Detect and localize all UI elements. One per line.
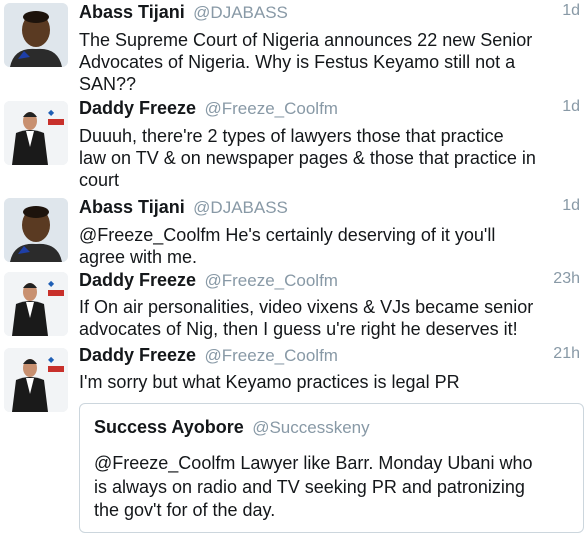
author-name[interactable]: Daddy Freeze bbox=[79, 345, 196, 365]
tweet-text: Duuuh, there're 2 types of lawyers those… bbox=[79, 126, 536, 190]
svg-text:◆: ◆ bbox=[48, 279, 55, 288]
author-name[interactable]: Abass Tijani bbox=[79, 197, 185, 217]
tweet-text: If On air personalities, video vixens & … bbox=[79, 297, 534, 339]
freeze-avatar-icon: ◆ bbox=[4, 101, 68, 165]
tweet-text: @Freeze_Coolfm He's certainly deserving … bbox=[79, 225, 496, 267]
author-handle[interactable]: @DJABASS bbox=[193, 3, 288, 22]
abass-avatar-icon bbox=[4, 3, 68, 67]
timestamp[interactable]: 1d bbox=[562, 98, 580, 116]
author-handle[interactable]: @Freeze_Coolfm bbox=[205, 271, 338, 290]
quoted-tweet[interactable]: Success Ayobore @Successkeny @Freeze_Coo… bbox=[79, 403, 584, 533]
author-handle[interactable]: @Freeze_Coolfm bbox=[205, 346, 338, 365]
quoted-author-handle[interactable]: @Successkeny bbox=[252, 418, 369, 437]
svg-text:◆: ◆ bbox=[48, 108, 55, 117]
author-name[interactable]: Daddy Freeze bbox=[79, 270, 196, 290]
avatar[interactable] bbox=[4, 3, 68, 67]
abass-avatar-icon bbox=[4, 198, 68, 262]
avatar[interactable]: ◆ bbox=[4, 348, 68, 412]
author-handle[interactable]: @DJABASS bbox=[193, 198, 288, 217]
timestamp[interactable]: 23h bbox=[553, 270, 580, 288]
tweet-text: The Supreme Court of Nigeria announces 2… bbox=[79, 30, 533, 94]
author-name[interactable]: Abass Tijani bbox=[79, 2, 185, 22]
avatar[interactable] bbox=[4, 198, 68, 262]
timestamp[interactable]: 1d bbox=[562, 197, 580, 215]
svg-text:◆: ◆ bbox=[48, 355, 55, 364]
tweet-text: I'm sorry but what Keyamo practices is l… bbox=[79, 372, 460, 392]
author-handle[interactable]: @Freeze_Coolfm bbox=[205, 99, 338, 118]
avatar[interactable]: ◆ bbox=[4, 272, 68, 336]
author-name[interactable]: Daddy Freeze bbox=[79, 98, 196, 118]
avatar[interactable]: ◆ bbox=[4, 101, 68, 165]
timestamp[interactable]: 21h bbox=[553, 345, 580, 363]
timestamp[interactable]: 1d bbox=[562, 2, 580, 20]
quoted-author-name[interactable]: Success Ayobore bbox=[94, 417, 244, 437]
quoted-tweet-text: @Freeze_Coolfm Lawyer like Barr. Monday … bbox=[94, 453, 533, 520]
freeze-avatar-icon: ◆ bbox=[4, 272, 68, 336]
freeze-avatar-icon: ◆ bbox=[4, 348, 68, 412]
